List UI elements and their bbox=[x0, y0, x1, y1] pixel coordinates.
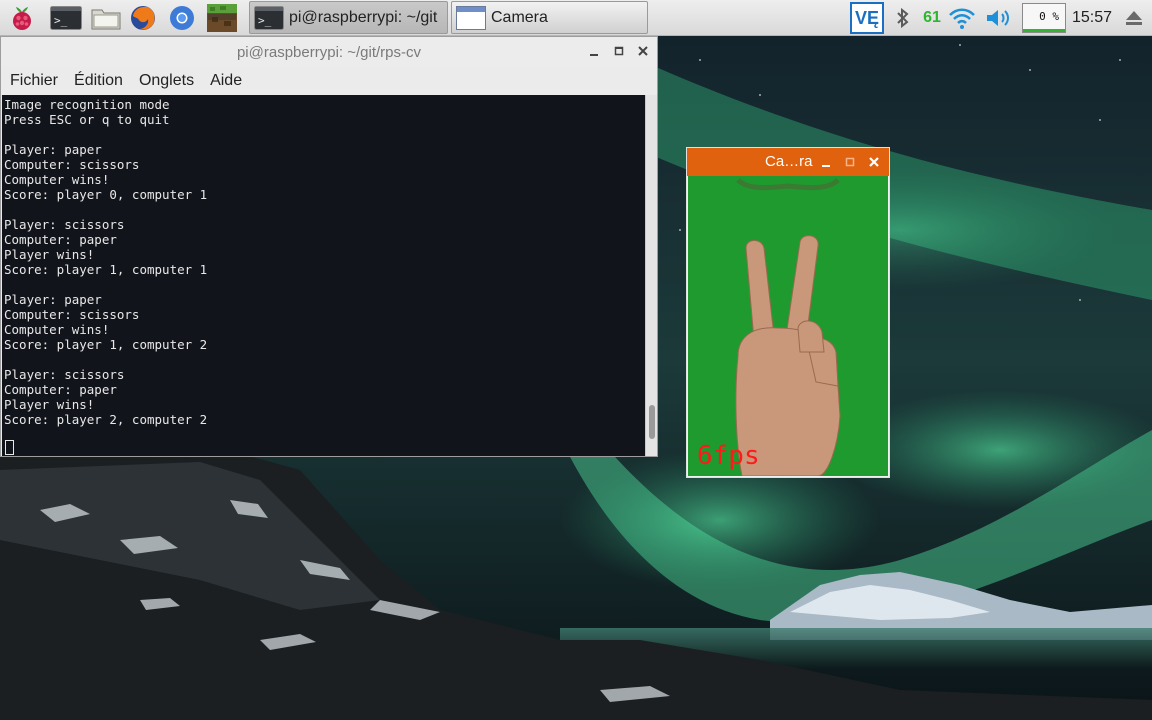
cpu-usage-tray: 0 % bbox=[1021, 0, 1067, 36]
wifi-icon bbox=[949, 8, 975, 29]
terminal-line: Computer: paper bbox=[4, 382, 117, 397]
chromium-launcher-button[interactable] bbox=[167, 3, 197, 33]
terminal-line: Score: player 1, computer 2 bbox=[4, 337, 208, 352]
menu-edition[interactable]: Édition bbox=[74, 72, 123, 90]
clock-tray[interactable]: 15:57 bbox=[1070, 0, 1114, 36]
terminal-line: Score: player 2, computer 2 bbox=[4, 412, 208, 427]
terminal-line: Player wins! bbox=[4, 397, 95, 412]
minimize-button[interactable] bbox=[587, 44, 601, 58]
speaker-icon bbox=[987, 10, 1009, 26]
vnc-icon: VĘ bbox=[850, 2, 884, 34]
cpu-temp-label: 61 bbox=[923, 9, 941, 26]
menu-onglets[interactable]: Onglets bbox=[139, 72, 194, 90]
camera-feed: 6fps bbox=[688, 176, 888, 476]
terminal-line: Player: scissors bbox=[4, 367, 125, 382]
terminal-icon: >_ bbox=[50, 6, 82, 30]
raspberry-menu-button[interactable] bbox=[7, 3, 37, 33]
camera-title: Ca…ra bbox=[765, 153, 813, 170]
terminal-line: Player: paper bbox=[4, 292, 102, 307]
maximize-button[interactable] bbox=[612, 44, 626, 58]
terminal-line: Image recognition mode bbox=[4, 97, 170, 112]
firefox-launcher-button[interactable] bbox=[128, 3, 158, 33]
wifi-tray-button[interactable] bbox=[946, 0, 978, 36]
firefox-icon bbox=[131, 6, 155, 30]
terminal-line: Computer: scissors bbox=[4, 307, 140, 322]
terminal-line: Score: player 0, computer 1 bbox=[4, 187, 208, 202]
svg-text:>_: >_ bbox=[258, 14, 272, 27]
clock-label: 15:57 bbox=[1071, 9, 1113, 26]
close-icon bbox=[638, 46, 648, 56]
terminal-icon: >_ bbox=[254, 5, 284, 30]
terminal-scrollbar[interactable] bbox=[645, 95, 657, 456]
minimize-icon bbox=[590, 54, 598, 56]
camera-close-button[interactable] bbox=[867, 155, 881, 169]
maximize-icon bbox=[614, 46, 624, 56]
camera-minimize-button[interactable] bbox=[819, 155, 833, 169]
terminal-line: Computer: paper bbox=[4, 232, 117, 247]
terminal-window[interactable]: pi@raspberrypi: ~/git/rps-cv Fichier Édi… bbox=[0, 36, 658, 457]
terminal-title: pi@raspberrypi: ~/git/rps-cv bbox=[236, 43, 422, 61]
task-label-camera: Camera bbox=[491, 8, 548, 26]
fps-label: 6fps bbox=[697, 441, 760, 471]
hand-peace-sign-image bbox=[688, 176, 888, 476]
cpu-temp-tray: 61 bbox=[919, 0, 945, 36]
terminal-output[interactable]: Image recognition mode Press ESC or q to … bbox=[2, 95, 645, 456]
folder-icon bbox=[91, 9, 121, 30]
task-label-terminal: pi@raspberrypi: ~/git bbox=[289, 8, 438, 26]
terminal-launcher-button[interactable]: >_ bbox=[48, 3, 84, 33]
terminal-line: Player: paper bbox=[4, 142, 102, 157]
camera-titlebar[interactable]: Ca…ra bbox=[687, 148, 889, 176]
raspberry-icon bbox=[13, 7, 31, 30]
terminal-line: Computer: scissors bbox=[4, 157, 140, 172]
terminal-text: Image recognition mode Press ESC or q to … bbox=[4, 97, 207, 427]
eject-tray-button[interactable] bbox=[1122, 0, 1146, 36]
close-icon bbox=[869, 157, 879, 167]
chromium-icon bbox=[170, 6, 194, 30]
eject-icon bbox=[1126, 11, 1142, 25]
vnc-tray-button[interactable]: VĘ bbox=[850, 0, 884, 36]
terminal-line: Computer wins! bbox=[4, 172, 110, 187]
minecraft-launcher-button[interactable] bbox=[205, 3, 239, 33]
terminal-menubar: Fichier Édition Onglets Aide bbox=[1, 67, 657, 95]
maximize-icon bbox=[845, 157, 855, 167]
terminal-line: Player wins! bbox=[4, 247, 95, 262]
menu-fichier[interactable]: Fichier bbox=[10, 72, 58, 90]
taskbar: >_ >_ pi@raspberrypi: ~/git Camera VĘ 61… bbox=[0, 0, 1152, 36]
terminal-titlebar[interactable]: pi@raspberrypi: ~/git/rps-cv bbox=[1, 37, 657, 67]
terminal-line: Score: player 1, computer 1 bbox=[4, 262, 208, 277]
terminal-cursor bbox=[5, 440, 14, 455]
task-button-camera[interactable]: Camera bbox=[451, 1, 648, 34]
bluetooth-icon bbox=[897, 7, 909, 29]
menu-aide[interactable]: Aide bbox=[210, 72, 242, 90]
camera-window[interactable]: Ca…ra 6fps bbox=[686, 147, 890, 478]
minimize-icon bbox=[822, 165, 830, 167]
minecraft-icon bbox=[207, 4, 237, 32]
cpu-usage-label: 0 % bbox=[1039, 10, 1059, 23]
cpu-usage-graph: 0 % bbox=[1022, 3, 1066, 33]
svg-text:>_: >_ bbox=[54, 14, 68, 27]
window-icon bbox=[456, 5, 486, 30]
task-button-terminal[interactable]: >_ pi@raspberrypi: ~/git bbox=[249, 1, 448, 34]
camera-maximize-button[interactable] bbox=[843, 155, 857, 169]
file-manager-launcher-button[interactable] bbox=[89, 3, 123, 33]
volume-tray-button[interactable] bbox=[983, 0, 1015, 36]
terminal-line: Computer wins! bbox=[4, 322, 110, 337]
scrollbar-thumb[interactable] bbox=[649, 405, 655, 439]
terminal-line: Player: scissors bbox=[4, 217, 125, 232]
bluetooth-tray-button[interactable] bbox=[892, 0, 914, 36]
terminal-line: Press ESC or q to quit bbox=[4, 112, 170, 127]
close-button[interactable] bbox=[636, 44, 650, 58]
